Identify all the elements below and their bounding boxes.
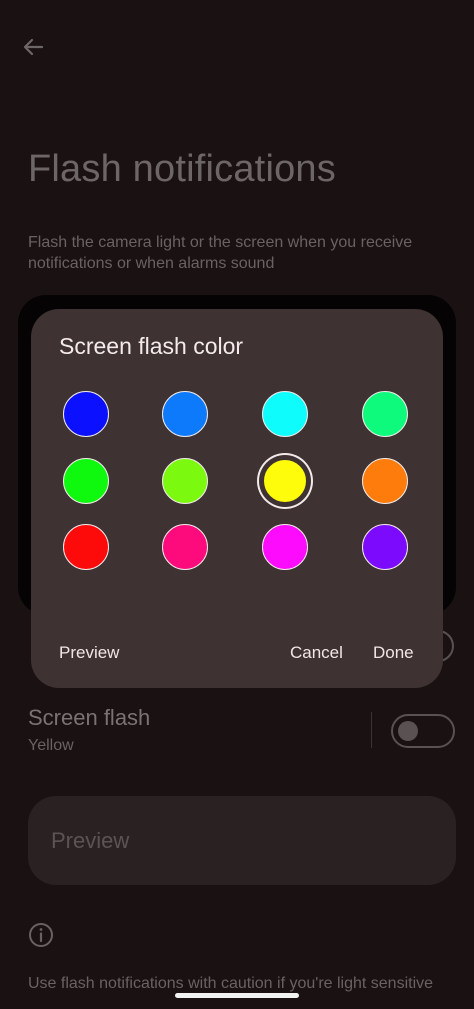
color-swatch-green[interactable]: [63, 458, 109, 504]
color-swatch-blue[interactable]: [63, 391, 109, 437]
page-title: Flash notifications: [28, 148, 336, 190]
screen-flash-color-dialog: Screen flash color Preview Cancel Done: [31, 309, 443, 688]
preview-dialog-button[interactable]: Preview: [59, 643, 119, 663]
dialog-title: Screen flash color: [59, 333, 244, 359]
screen-flash-value: Yellow: [28, 737, 74, 754]
back-button[interactable]: [18, 32, 48, 62]
caution-text: Use flash notifications with caution if …: [28, 975, 434, 992]
color-swatch-azure[interactable]: [162, 391, 208, 437]
cancel-button[interactable]: Cancel: [290, 643, 343, 663]
color-swatch-orange[interactable]: [362, 458, 408, 504]
arrow-back-icon: [23, 38, 44, 56]
color-swatch-yellow[interactable]: [262, 458, 308, 504]
color-swatch-chartreuse[interactable]: [162, 458, 208, 504]
navigation-handle[interactable]: [175, 993, 299, 998]
color-swatch-violet[interactable]: [362, 524, 408, 570]
done-button[interactable]: Done: [373, 643, 414, 663]
screen-flash-toggle[interactable]: [391, 714, 455, 748]
color-swatch-spring-green[interactable]: [362, 391, 408, 437]
preview-button[interactable]: Preview: [28, 796, 456, 885]
color-swatch-rose[interactable]: [162, 524, 208, 570]
page-description: Flash the camera light or the screen whe…: [28, 234, 413, 272]
color-swatch-red[interactable]: [63, 524, 109, 570]
color-swatch-cyan[interactable]: [262, 391, 308, 437]
screen-flash-label[interactable]: Screen flash: [28, 705, 150, 731]
color-swatch-magenta[interactable]: [262, 524, 308, 570]
divider: [371, 712, 372, 748]
toggle-knob: [398, 721, 418, 741]
info-icon: [28, 922, 54, 948]
preview-button-label: Preview: [51, 828, 130, 853]
